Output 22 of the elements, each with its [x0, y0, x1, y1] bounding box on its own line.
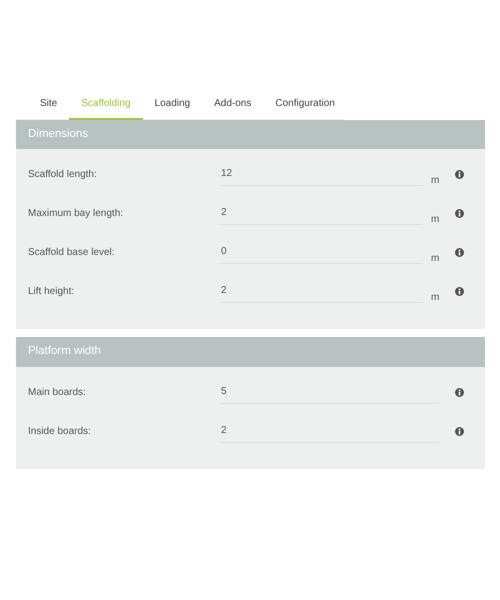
input-field[interactable]: 2	[221, 281, 423, 304]
input-field[interactable]: 5	[221, 382, 439, 404]
tab[interactable]: Loading	[142, 92, 202, 120]
unit-label: m	[430, 213, 440, 228]
unit-label: m	[430, 174, 440, 188]
tab[interactable]: Site	[28, 92, 70, 120]
tab[interactable]: Add-ons	[202, 92, 264, 120]
section-header: Platform width	[16, 337, 485, 366]
field-label: Maximum bay length:	[28, 207, 124, 222]
field-label: Inside boards:	[28, 424, 92, 438]
field-label: Main boards:	[28, 386, 87, 400]
input-field[interactable]: 2	[221, 203, 423, 226]
input-field[interactable]: 2	[221, 420, 439, 442]
unit-label: m	[430, 252, 440, 266]
section-header: Dimensions	[16, 120, 485, 150]
input-field[interactable]: 12	[221, 164, 423, 186]
field-label: Scaffold base level:	[28, 246, 116, 260]
input-field[interactable]: 0	[221, 242, 423, 264]
tab[interactable]: Configuration	[263, 92, 347, 120]
unit-label: m	[430, 291, 440, 306]
field-label: Scaffold length:	[28, 168, 98, 182]
field-label: Lift height:	[28, 285, 76, 300]
